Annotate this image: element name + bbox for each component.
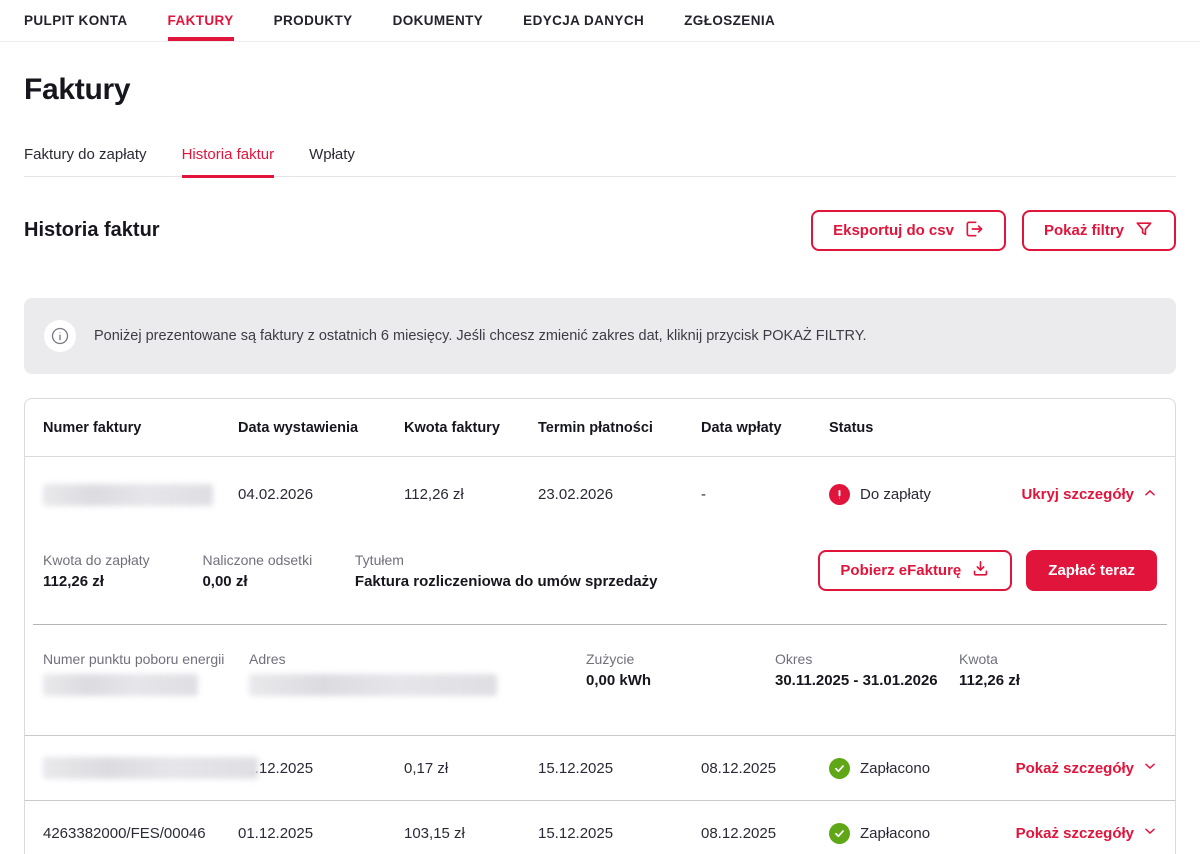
ppe-value-redacted <box>43 674 198 696</box>
table-row: 04.02.2026 112,26 zł 23.02.2026 - Do zap… <box>25 457 1175 532</box>
table-row: 01.12.2025 0,17 zł 15.12.2025 08.12.2025… <box>25 735 1175 800</box>
amount-value: 103,15 zł <box>404 825 538 842</box>
address-label: Adres <box>249 651 586 667</box>
download-icon <box>971 559 990 582</box>
show-details-link[interactable]: Pokaż szczegóły <box>1016 759 1157 777</box>
chevron-down-icon <box>1143 824 1157 842</box>
status-label: Do zapłaty <box>860 486 931 503</box>
nav-item-faktury[interactable]: Faktury <box>168 0 234 41</box>
period-value: 30.11.2025 - 31.01.2026 <box>775 672 959 689</box>
invoice-title-value: Faktura rozliczeniowa do umów sprzedaży <box>355 573 658 590</box>
payment-date-value: 08.12.2025 <box>701 825 829 842</box>
due-date-value: 15.12.2025 <box>538 825 701 842</box>
nav-item-produkty[interactable]: Produkty <box>274 0 353 41</box>
top-navigation: Pulpit konta Faktury Produkty Dokumenty … <box>0 0 1200 42</box>
tab-wplaty[interactable]: Wpłaty <box>309 146 355 176</box>
nav-item-zgloszenia[interactable]: Zgłoszenia <box>684 0 775 41</box>
export-csv-button[interactable]: Eksportuj do csv <box>811 210 1006 251</box>
table-header-row: Numer faktury Data wystawienia Kwota fak… <box>25 399 1175 457</box>
filter-icon <box>1134 219 1154 243</box>
issue-date-value: 01.12.2025 <box>238 825 404 842</box>
nav-item-edycja-danych[interactable]: Edycja danych <box>523 0 644 41</box>
invoice-number-value: 4263382000/FES/00046 <box>43 825 238 842</box>
column-header-number: Numer faktury <box>43 420 238 436</box>
download-einvoice-button[interactable]: Pobierz eFakturę <box>818 550 1012 591</box>
paid-check-icon <box>829 758 850 779</box>
amount-detail-value: 112,26 zł <box>959 672 1020 689</box>
pay-now-label: Zapłać teraz <box>1048 562 1135 579</box>
show-details-label: Pokaż szczegóły <box>1016 825 1134 842</box>
tab-faktury-do-zaplaty[interactable]: Faktury do zapłaty <box>24 146 147 176</box>
status-label: Zapłacono <box>860 760 930 777</box>
invoice-number-redacted <box>43 484 213 506</box>
table-row: 4263382000/FES/00046 01.12.2025 103,15 z… <box>25 800 1175 854</box>
issue-date-value: 04.02.2026 <box>238 486 404 503</box>
status-label: Zapłacono <box>860 825 930 842</box>
expanded-details-ppe: Numer punktu poboru energii Adres Zużyci… <box>25 625 1175 735</box>
invoice-history-table: Numer faktury Data wystawienia Kwota fak… <box>24 398 1176 854</box>
hide-details-label: Ukryj szczegóły <box>1021 486 1134 503</box>
address-value-redacted <box>249 674 497 696</box>
column-header-payment-date: Data wpłaty <box>701 420 829 436</box>
page-title: Faktury <box>24 73 1176 107</box>
payment-date-value: - <box>701 486 829 503</box>
title-label: Tytułem <box>355 552 658 568</box>
chevron-down-icon <box>1143 759 1157 777</box>
unpaid-exclamation-icon <box>829 484 850 505</box>
column-header-amount: Kwota faktury <box>404 420 538 436</box>
due-date-value: 23.02.2026 <box>538 486 701 503</box>
nav-item-pulpit-konta[interactable]: Pulpit konta <box>24 0 128 41</box>
amount-due-label: Kwota do zapłaty <box>43 552 198 568</box>
paid-check-icon <box>829 823 850 844</box>
due-date-value: 15.12.2025 <box>538 760 701 777</box>
amount-label: Kwota <box>959 651 1020 667</box>
chevron-up-icon <box>1143 486 1157 504</box>
invoice-tabs: Faktury do zapłaty Historia faktur Wpłat… <box>24 146 1176 177</box>
expanded-details-payment: Kwota do zapłaty 112,26 zł Naliczone ods… <box>25 532 1175 624</box>
column-header-status: Status <box>829 420 1157 436</box>
interest-label: Naliczone odsetki <box>202 552 350 568</box>
show-details-link[interactable]: Pokaż szczegóły <box>1016 824 1157 842</box>
usage-label: Zużycie <box>586 651 775 667</box>
invoice-number-redacted <box>43 757 258 779</box>
download-einvoice-label: Pobierz eFakturę <box>840 562 961 579</box>
amount-value: 0,17 zł <box>404 760 538 777</box>
export-icon <box>964 219 984 243</box>
section-title: Historia faktur <box>24 219 160 242</box>
info-banner: Poniżej prezentowane są faktury z ostatn… <box>24 298 1176 374</box>
amount-value: 112,26 zł <box>404 486 538 503</box>
interest-value: 0,00 zł <box>202 573 350 590</box>
column-header-due-date: Termin płatności <box>538 420 701 436</box>
hide-details-link[interactable]: Ukryj szczegóły <box>1021 486 1157 504</box>
show-filters-button-label: Pokaż filtry <box>1044 222 1124 239</box>
column-header-issue-date: Data wystawienia <box>238 420 404 436</box>
info-banner-text: Poniżej prezentowane są faktury z ostatn… <box>94 326 867 346</box>
payment-date-value: 08.12.2025 <box>701 760 829 777</box>
show-filters-button[interactable]: Pokaż filtry <box>1022 210 1176 251</box>
nav-item-dokumenty[interactable]: Dokumenty <box>393 0 484 41</box>
issue-date-value: 01.12.2025 <box>238 760 404 777</box>
info-icon <box>44 320 76 352</box>
show-details-label: Pokaż szczegóły <box>1016 760 1134 777</box>
export-csv-button-label: Eksportuj do csv <box>833 222 954 239</box>
period-label: Okres <box>775 651 959 667</box>
amount-due-value: 112,26 zł <box>43 573 198 590</box>
section-head: Historia faktur Eksportuj do csv Pokaż f… <box>24 210 1176 251</box>
pay-now-button[interactable]: Zapłać teraz <box>1026 550 1157 591</box>
usage-value: 0,00 kWh <box>586 672 775 689</box>
tab-historia-faktur[interactable]: Historia faktur <box>182 146 275 176</box>
ppe-label: Numer punktu poboru energii <box>43 651 249 667</box>
